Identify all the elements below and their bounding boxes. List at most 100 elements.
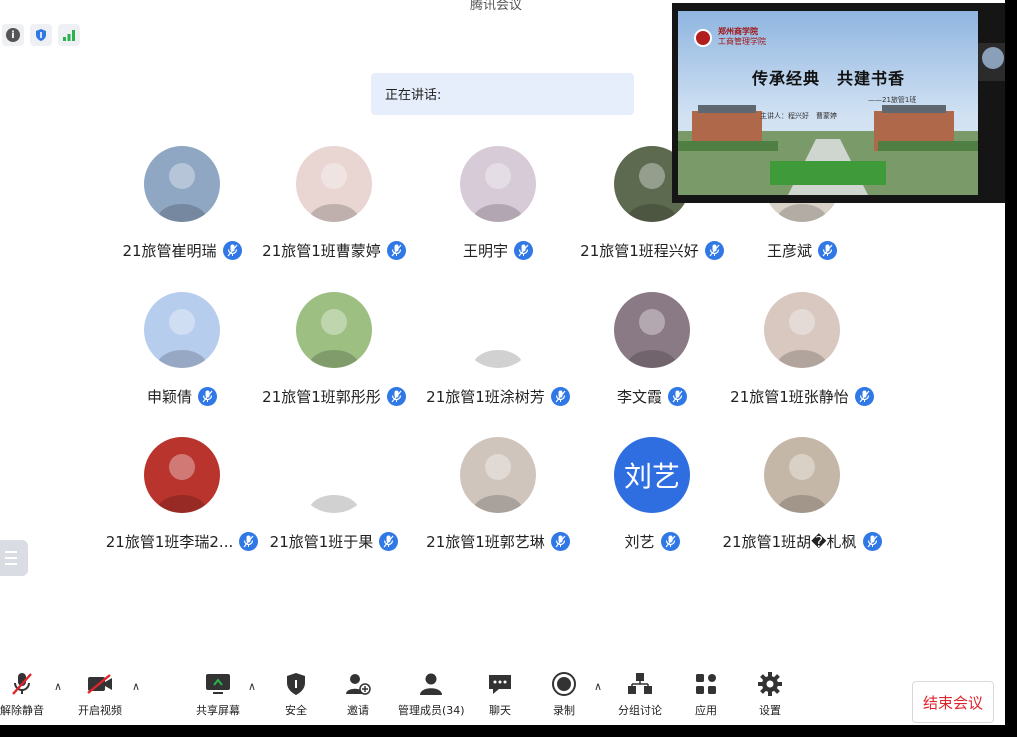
speaking-label: 正在讲话:	[385, 88, 442, 103]
share-options-caret[interactable]: ∧	[248, 680, 256, 693]
participant-tile[interactable]: 刘艺 刘艺	[572, 437, 732, 567]
mic-muted-icon	[660, 532, 680, 551]
participant-name-row: 21旅管崔明瑞	[102, 240, 262, 261]
video-options-caret[interactable]: ∧	[132, 680, 140, 693]
audio-options-caret[interactable]: ∧	[54, 680, 62, 693]
self-video-tile[interactable]	[978, 43, 1005, 81]
avatar	[296, 292, 372, 368]
avatar	[144, 146, 220, 222]
meeting-toolbar: 解除静音 ∧ 开启视频 ∧ 共享屏幕 ∧ 安全 邀请 管理成员(34) 聊天 录…	[0, 660, 1005, 725]
participant-tile[interactable]: 21旅管1班郭艺琳	[418, 437, 578, 567]
slide-presenters: 主讲人：程兴好 曹蒙婷	[760, 112, 837, 120]
participant-tile[interactable]: 申颖倩	[102, 292, 262, 422]
mic-muted-icon	[386, 241, 406, 260]
gear-icon	[756, 670, 784, 698]
avatar	[144, 437, 220, 513]
chat-button[interactable]: 聊天	[486, 670, 514, 720]
shared-screen-thumbnail[interactable]: 郑州商学院 工商管理学院 传承经典 共建书香 ——21旅管1班 主讲人：程兴好 …	[672, 3, 1005, 203]
participant-name: 21旅管1班于果	[269, 533, 374, 551]
record-button[interactable]: 录制	[550, 670, 578, 720]
participant-name: 21旅管1班胡�札枫	[722, 533, 857, 551]
participant-name: 李文霞	[616, 388, 662, 406]
participant-tile[interactable]: 21旅管1班胡�札枫	[722, 437, 882, 567]
share-screen-icon	[204, 670, 232, 698]
mic-muted-icon	[222, 241, 242, 260]
info-icon[interactable]: i	[2, 24, 24, 46]
record-options-caret[interactable]: ∧	[594, 680, 602, 693]
participant-name: 刘艺	[624, 533, 655, 551]
settings-button[interactable]: 设置	[756, 670, 784, 720]
invite-button[interactable]: 邀请	[344, 670, 372, 720]
breakout-rooms-button[interactable]: 分组讨论	[618, 670, 662, 720]
participant-tile[interactable]: 21旅管崔明瑞	[102, 146, 262, 276]
signal-icon[interactable]	[58, 24, 80, 46]
avatar	[296, 437, 372, 513]
avatar	[296, 146, 372, 222]
participant-name-row: 李文霞	[572, 386, 732, 407]
participant-name-row: 21旅管1班胡�札枫	[722, 531, 882, 552]
mic-muted-icon	[514, 241, 533, 260]
participant-name: 申颖倩	[146, 388, 192, 406]
camera-off-icon	[86, 670, 114, 698]
participant-name: 21旅管1班张静怡	[730, 388, 849, 406]
security-button[interactable]: 安全	[282, 670, 310, 720]
participant-name-row: 21旅管1班郭艺琳	[418, 531, 578, 552]
shield-icon[interactable]	[30, 24, 52, 46]
mic-muted-icon	[550, 387, 570, 406]
members-icon	[417, 670, 445, 698]
avatar	[764, 437, 840, 513]
top-bar: 腾讯会议 i	[0, 0, 670, 52]
participant-tile[interactable]: 21旅管1班郭彤彤	[254, 292, 414, 422]
participant-name-row: 21旅管1班张静怡	[722, 386, 882, 407]
end-meeting-button[interactable]: 结束会议	[912, 681, 994, 723]
participant-name: 21旅管崔明瑞	[122, 242, 217, 260]
participant-name-row: 刘艺	[572, 531, 732, 552]
manage-members-button[interactable]: 管理成员(34)	[398, 670, 465, 720]
participant-name: 21旅管1班李瑞2...	[105, 533, 234, 551]
shared-slide: 郑州商学院 工商管理学院 传承经典 共建书香 ——21旅管1班 主讲人：程兴好 …	[678, 11, 978, 195]
participant-name: 王彦斌	[766, 242, 812, 260]
school-logo-icon	[694, 29, 712, 47]
participant-name: 王明宇	[462, 242, 508, 260]
participant-name-row: 王明宇	[418, 240, 578, 261]
mic-muted-icon	[198, 387, 217, 406]
slide-school: 郑州商学院 工商管理学院	[718, 27, 766, 46]
mic-muted-icon	[668, 387, 687, 406]
sidebar-toggle-handle[interactable]	[0, 540, 28, 576]
participant-name-row: 21旅管1班郭彤彤	[254, 386, 414, 407]
participant-name: 21旅管1班涂树芳	[426, 388, 545, 406]
avatar-initials: 刘艺	[623, 460, 680, 493]
participant-name-row: 21旅管1班程兴好	[572, 240, 732, 261]
chat-icon	[486, 670, 514, 698]
unmute-button[interactable]: 解除静音	[0, 670, 44, 720]
avatar: 刘艺	[614, 437, 690, 513]
avatar	[460, 292, 536, 368]
participant-name: 21旅管1班程兴好	[580, 242, 699, 260]
participant-tile[interactable]: 王明宇	[418, 146, 578, 276]
apps-icon	[692, 670, 720, 698]
mic-muted-icon	[550, 532, 570, 551]
participant-name-row: 申颖倩	[102, 386, 262, 407]
participant-tile[interactable]: 21旅管1班张静怡	[722, 292, 882, 422]
breakout-icon	[626, 670, 654, 698]
apps-button[interactable]: 应用	[692, 670, 720, 720]
participant-name-row: 21旅管1班曹蒙婷	[254, 240, 414, 261]
avatar	[460, 146, 536, 222]
mic-muted-icon	[8, 670, 36, 698]
participant-tile[interactable]: 李文霞	[572, 292, 732, 422]
participant-name-row: 王彦斌	[722, 240, 882, 261]
mic-muted-icon	[818, 241, 837, 260]
participant-tile[interactable]: 21旅管1班曹蒙婷	[254, 146, 414, 276]
app-title: 腾讯会议	[470, 0, 523, 13]
speaking-banner: 正在讲话:	[371, 73, 634, 115]
mic-muted-icon	[379, 532, 399, 551]
start-video-button[interactable]: 开启视频	[78, 670, 122, 720]
participant-name-row: 21旅管1班涂树芳	[418, 386, 578, 407]
participant-tile[interactable]: 21旅管1班李瑞2...	[102, 437, 262, 567]
participant-tile[interactable]: 21旅管1班涂树芳	[418, 292, 578, 422]
share-screen-button[interactable]: 共享屏幕	[196, 670, 240, 720]
participant-tile[interactable]: 21旅管1班于果	[254, 437, 414, 567]
mic-muted-icon	[704, 241, 724, 260]
record-icon	[550, 670, 578, 698]
add-user-icon	[344, 670, 372, 698]
